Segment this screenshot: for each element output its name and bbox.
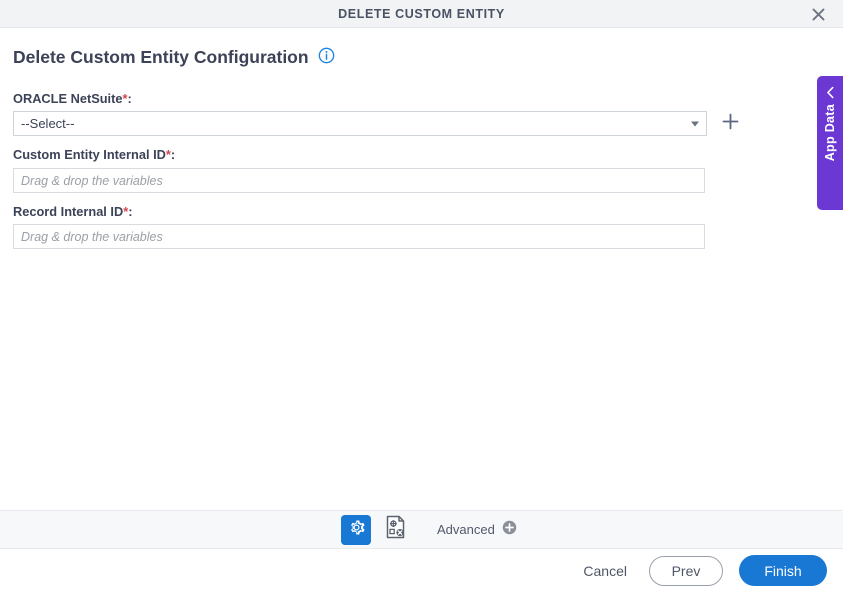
form-settings-button[interactable] <box>383 515 409 544</box>
field-record-internal-id: Record Internal ID*: <box>13 204 813 250</box>
close-icon <box>811 7 826 22</box>
dialog-footer: Cancel Prev Finish <box>0 549 843 592</box>
dialog-body: Delete Custom Entity Configuration ORACL… <box>0 29 843 510</box>
app-data-tab-label: App Data <box>823 104 837 162</box>
delete-custom-entity-dialog: DELETE CUSTOM ENTITY Delete Custom Entit… <box>0 0 843 592</box>
page-title-row: Delete Custom Entity Configuration <box>13 47 335 69</box>
label-text: ORACLE NetSuite <box>13 91 123 106</box>
plus-circle-icon[interactable] <box>502 520 517 540</box>
dialog-titlebar: DELETE CUSTOM ENTITY <box>0 0 843 28</box>
chevron-down-icon <box>691 121 699 127</box>
field-label-record-internal-id: Record Internal ID*: <box>13 204 813 219</box>
prev-button[interactable]: Prev <box>649 555 723 586</box>
custom-entity-internal-id-input[interactable] <box>13 167 705 193</box>
gear-icon <box>347 518 366 542</box>
label-text: Custom Entity Internal ID <box>13 147 166 163</box>
close-button[interactable] <box>803 0 833 28</box>
settings-tab-button[interactable] <box>341 514 371 545</box>
add-connection-button[interactable] <box>720 112 740 136</box>
finish-button[interactable]: Finish <box>739 555 827 586</box>
label-colon: : <box>127 91 132 106</box>
field-label-oracle-netsuite: ORACLE NetSuite*: <box>13 91 813 106</box>
info-icon[interactable] <box>318 47 335 69</box>
label-colon: : <box>128 203 133 219</box>
app-data-tab[interactable]: App Data <box>817 76 843 210</box>
bottom-toolbar: Advanced <box>0 510 843 549</box>
select-row: --Select-- <box>13 111 813 137</box>
form-settings-icon <box>385 515 407 544</box>
dialog-title: DELETE CUSTOM ENTITY <box>338 6 505 21</box>
select-value: --Select-- <box>21 116 75 132</box>
record-internal-id-input[interactable] <box>13 224 705 250</box>
label-colon: : <box>170 147 176 163</box>
field-custom-entity-internal-id: Custom Entity Internal ID*: <box>13 147 813 193</box>
advanced-group[interactable]: Advanced <box>437 520 517 540</box>
page-title: Delete Custom Entity Configuration <box>13 47 309 68</box>
advanced-label: Advanced <box>437 522 495 537</box>
field-oracle-netsuite: ORACLE NetSuite*: --Select-- <box>13 91 813 137</box>
plus-icon <box>721 112 740 136</box>
field-label-custom-entity-internal-id: Custom Entity Internal ID*: <box>13 147 813 162</box>
cancel-button[interactable]: Cancel <box>577 559 633 583</box>
chevron-left-icon <box>817 84 843 100</box>
configuration-form: ORACLE NetSuite*: --Select-- Custom Enti… <box>13 91 813 260</box>
label-text: Record Internal ID <box>13 203 124 219</box>
oracle-netsuite-select[interactable]: --Select-- <box>13 111 707 137</box>
